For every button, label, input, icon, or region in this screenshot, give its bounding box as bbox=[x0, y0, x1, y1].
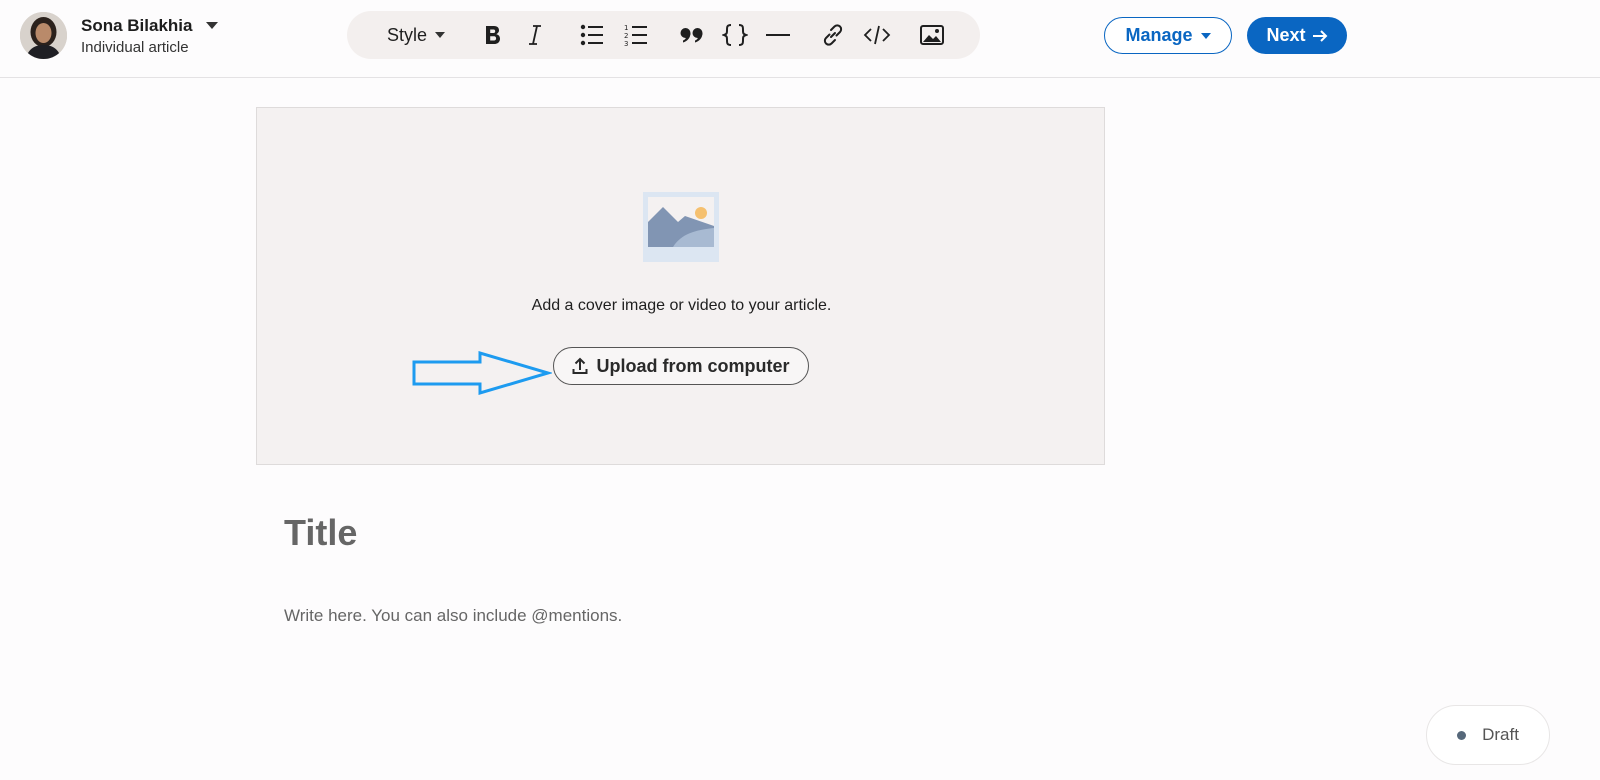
bold-icon bbox=[486, 26, 500, 44]
link-icon bbox=[823, 24, 843, 46]
style-label: Style bbox=[386, 24, 428, 45]
arrow-right-icon bbox=[1312, 29, 1327, 42]
draft-label: Draft bbox=[1482, 725, 1519, 744]
top-bar: Sona Bilakhia Individual article Style 1… bbox=[0, 0, 1600, 78]
style-dropdown[interactable]: Style bbox=[384, 11, 448, 59]
draft-status: Draft bbox=[1426, 705, 1550, 765]
code-block-button[interactable] bbox=[721, 11, 749, 59]
manage-button[interactable]: Manage bbox=[1104, 17, 1232, 54]
bullet-list-button[interactable] bbox=[579, 11, 605, 59]
article-body-field[interactable]: Write here. You can also include @mentio… bbox=[284, 606, 622, 626]
next-label: Next bbox=[1266, 25, 1306, 45]
annotation-arrow bbox=[412, 350, 552, 396]
image-placeholder-icon bbox=[643, 192, 719, 262]
chevron-down-icon bbox=[1200, 32, 1211, 39]
image-icon bbox=[920, 25, 944, 45]
quote-icon bbox=[680, 28, 703, 43]
avatar bbox=[20, 12, 67, 59]
formatting-toolbar: Style 1 2 3 bbox=[347, 11, 980, 59]
quote-button[interactable] bbox=[679, 11, 705, 59]
svg-text:3: 3 bbox=[624, 40, 628, 47]
divider-button[interactable] bbox=[765, 11, 791, 59]
bold-button[interactable] bbox=[480, 11, 506, 59]
author-subtitle: Individual article bbox=[81, 38, 189, 56]
upload-from-computer-button[interactable]: Upload from computer bbox=[553, 347, 809, 385]
chevron-down-icon bbox=[206, 22, 219, 29]
author-name: Sona Bilakhia bbox=[81, 15, 193, 35]
numbered-list-icon: 1 2 3 bbox=[624, 24, 647, 47]
insert-image-button[interactable] bbox=[919, 11, 945, 59]
upload-icon bbox=[572, 357, 588, 374]
code-braces-icon bbox=[722, 24, 748, 46]
manage-label: Manage bbox=[1125, 25, 1193, 45]
status-dot-icon bbox=[1457, 730, 1467, 740]
embed-button[interactable] bbox=[862, 11, 892, 59]
author-selector[interactable]: Sona Bilakhia Individual article bbox=[20, 12, 219, 59]
chevron-down-icon bbox=[435, 32, 446, 38]
numbered-list-button[interactable]: 1 2 3 bbox=[623, 11, 649, 59]
embed-code-icon bbox=[863, 25, 891, 45]
bullet-list-icon bbox=[580, 24, 603, 46]
upload-label: Upload from computer bbox=[596, 355, 790, 376]
italic-icon bbox=[529, 25, 541, 45]
svg-text:1: 1 bbox=[624, 24, 628, 32]
article-title-field[interactable]: Title bbox=[284, 512, 357, 554]
svg-text:2: 2 bbox=[624, 32, 628, 40]
divider-icon bbox=[766, 34, 790, 36]
cover-media-area[interactable]: Add a cover image or video to your artic… bbox=[256, 107, 1105, 465]
italic-button[interactable] bbox=[524, 11, 546, 59]
next-button[interactable]: Next bbox=[1247, 17, 1347, 54]
link-button[interactable] bbox=[820, 11, 846, 59]
cover-prompt: Add a cover image or video to your artic… bbox=[531, 297, 832, 314]
